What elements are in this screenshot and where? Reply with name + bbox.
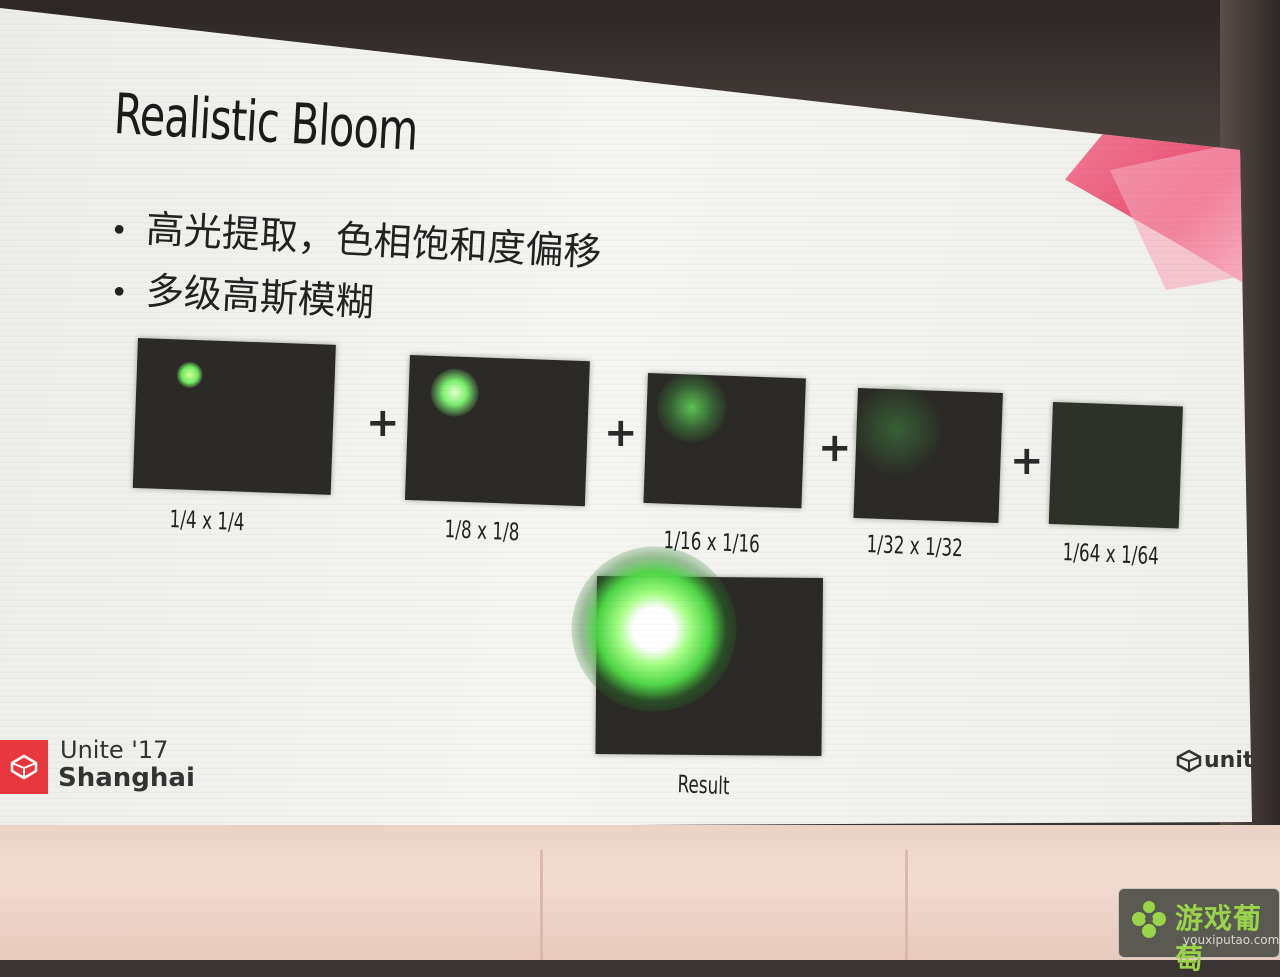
bloom-thumbnail-sixtyfourth <box>1048 402 1183 529</box>
unite-logo-badge <box>0 740 48 794</box>
thumbnail-label: 1/16 x 1/16 <box>663 526 761 559</box>
thumbnail-label: 1/4 x 1/4 <box>169 505 245 537</box>
event-city: Shanghai <box>58 763 195 793</box>
slide-title: Realistic Bloom <box>112 82 420 164</box>
bloom-result-image <box>570 545 823 756</box>
stage-floor <box>0 825 1280 960</box>
accent-shape-secondary <box>1110 140 1250 290</box>
bloom-glow <box>176 361 204 389</box>
bullet-dot-icon: • <box>109 212 129 249</box>
bloom-thumbnail-quarter <box>132 338 336 495</box>
unity-cube-icon <box>10 754 38 780</box>
thumbnail-label: 1/8 x 1/8 <box>444 515 520 547</box>
plus-sign: + <box>366 400 400 446</box>
thumbnail-label: 1/32 x 1/32 <box>866 530 964 563</box>
thumbnail-label: 1/64 x 1/64 <box>1062 538 1160 571</box>
watermark-url: youxiputao.com <box>1183 933 1280 947</box>
bloom-thumbnail-thirtysecond <box>850 382 1003 523</box>
result-label: Result <box>677 770 730 801</box>
stage-seam <box>905 850 908 960</box>
bullet-text: 高光提取，色相饱和度偏移 <box>144 206 603 275</box>
watermark: 游戏葡萄 youxiputao.com <box>1118 888 1280 975</box>
bloom-glow <box>850 382 944 476</box>
unity-cube-icon <box>1176 749 1202 772</box>
bloom-glow <box>655 371 729 444</box>
bloom-thumbnail-sixteenth <box>643 371 806 509</box>
bullet-dot-icon: • <box>109 274 129 311</box>
bullet-item: • 多级高斯模糊 <box>109 258 375 327</box>
bloom-glow <box>570 545 738 713</box>
event-name: Unite '17 <box>60 736 169 764</box>
plus-sign: + <box>1010 438 1044 484</box>
plus-sign: + <box>604 410 638 456</box>
grape-icon <box>1132 901 1166 938</box>
bullet-text: 多级高斯模糊 <box>144 268 375 325</box>
bloom-glow <box>429 367 480 418</box>
stage-seam <box>540 850 543 960</box>
bullet-item: • 高光提取，色相饱和度偏移 <box>109 196 603 277</box>
plus-sign: + <box>818 425 852 471</box>
bloom-thumbnail-eighth <box>404 355 590 507</box>
